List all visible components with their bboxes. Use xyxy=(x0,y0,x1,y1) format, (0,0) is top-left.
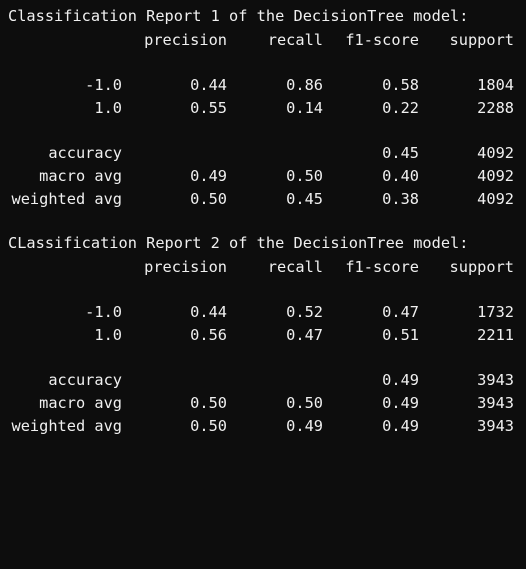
f1-value: 0.58 xyxy=(382,76,419,94)
support-value: 3943 xyxy=(477,417,514,435)
precision-value: 0.44 xyxy=(190,76,227,94)
header-support: support xyxy=(449,31,514,49)
recall-value: 0.52 xyxy=(286,303,323,321)
f1-value: 0.22 xyxy=(382,99,419,117)
recall-value: 0.50 xyxy=(286,167,323,185)
report-2-title-line: CLassification Report 2 of the DecisionT… xyxy=(0,232,526,254)
support-value: 4092 xyxy=(477,144,514,162)
support-value: 3943 xyxy=(477,371,514,389)
header-f1-score: f1-score xyxy=(345,31,419,49)
precision-value: 0.44 xyxy=(190,303,227,321)
support-value: 4092 xyxy=(477,190,514,208)
table-row: -1.0 0.44 0.52 0.47 1732 xyxy=(0,301,526,323)
precision-value: 0.55 xyxy=(190,99,227,117)
macro-avg-row: macro avg 0.50 0.50 0.49 3943 xyxy=(0,392,526,414)
class-label: 1.0 xyxy=(94,99,122,117)
precision-value: 0.50 xyxy=(190,190,227,208)
f1-value: 0.51 xyxy=(382,326,419,344)
recall-value: 0.49 xyxy=(286,417,323,435)
accuracy-row: accuracy 0.49 3943 xyxy=(0,369,526,391)
accuracy-row: accuracy 0.45 4092 xyxy=(0,142,526,164)
macro-avg-row: macro avg 0.49 0.50 0.40 4092 xyxy=(0,165,526,187)
support-value: 1732 xyxy=(477,303,514,321)
class-label: -1.0 xyxy=(85,76,122,94)
accuracy-label: accuracy xyxy=(48,144,122,162)
table-row: -1.0 0.44 0.86 0.58 1804 xyxy=(0,74,526,96)
class-label: 1.0 xyxy=(94,326,122,344)
f1-value: 0.38 xyxy=(382,190,419,208)
weighted-avg-label: weighted avg xyxy=(11,417,122,435)
precision-value: 0.56 xyxy=(190,326,227,344)
header-f1-score: f1-score xyxy=(345,258,419,276)
f1-value: 0.49 xyxy=(382,417,419,435)
report-title: CLassification Report 2 of the DecisionT… xyxy=(8,234,469,252)
header-precision: precision xyxy=(144,258,227,276)
accuracy-value: 0.45 xyxy=(382,144,419,162)
precision-value: 0.49 xyxy=(190,167,227,185)
support-value: 2211 xyxy=(477,326,514,344)
report-1-title-line: Classification Report 1 of the DecisionT… xyxy=(0,5,526,27)
f1-value: 0.49 xyxy=(382,394,419,412)
support-value: 2288 xyxy=(477,99,514,117)
f1-value: 0.47 xyxy=(382,303,419,321)
terminal-output[interactable]: Classification Report 1 of the DecisionT… xyxy=(0,0,526,452)
precision-value: 0.50 xyxy=(190,394,227,412)
recall-value: 0.50 xyxy=(286,394,323,412)
recall-value: 0.86 xyxy=(286,76,323,94)
class-label: -1.0 xyxy=(85,303,122,321)
table-row: 1.0 0.55 0.14 0.22 2288 xyxy=(0,97,526,119)
report-title: Classification Report 1 of the DecisionT… xyxy=(8,7,469,25)
header-recall: recall xyxy=(267,31,323,49)
header-recall: recall xyxy=(267,258,323,276)
report-1-header-row: precision recall f1-score support xyxy=(0,29,526,51)
precision-value: 0.50 xyxy=(190,417,227,435)
table-row: 1.0 0.56 0.47 0.51 2211 xyxy=(0,324,526,346)
support-value: 1804 xyxy=(477,76,514,94)
header-precision: precision xyxy=(144,31,227,49)
recall-value: 0.47 xyxy=(286,326,323,344)
recall-value: 0.45 xyxy=(286,190,323,208)
accuracy-value: 0.49 xyxy=(382,371,419,389)
recall-value: 0.14 xyxy=(286,99,323,117)
f1-value: 0.40 xyxy=(382,167,419,185)
report-2-header-row: precision recall f1-score support xyxy=(0,256,526,278)
macro-avg-label: macro avg xyxy=(39,167,122,185)
weighted-avg-label: weighted avg xyxy=(11,190,122,208)
header-support: support xyxy=(449,258,514,276)
weighted-avg-row: weighted avg 0.50 0.49 0.49 3943 xyxy=(0,415,526,437)
support-value: 4092 xyxy=(477,167,514,185)
weighted-avg-row: weighted avg 0.50 0.45 0.38 4092 xyxy=(0,188,526,210)
accuracy-label: accuracy xyxy=(48,371,122,389)
support-value: 3943 xyxy=(477,394,514,412)
macro-avg-label: macro avg xyxy=(39,394,122,412)
